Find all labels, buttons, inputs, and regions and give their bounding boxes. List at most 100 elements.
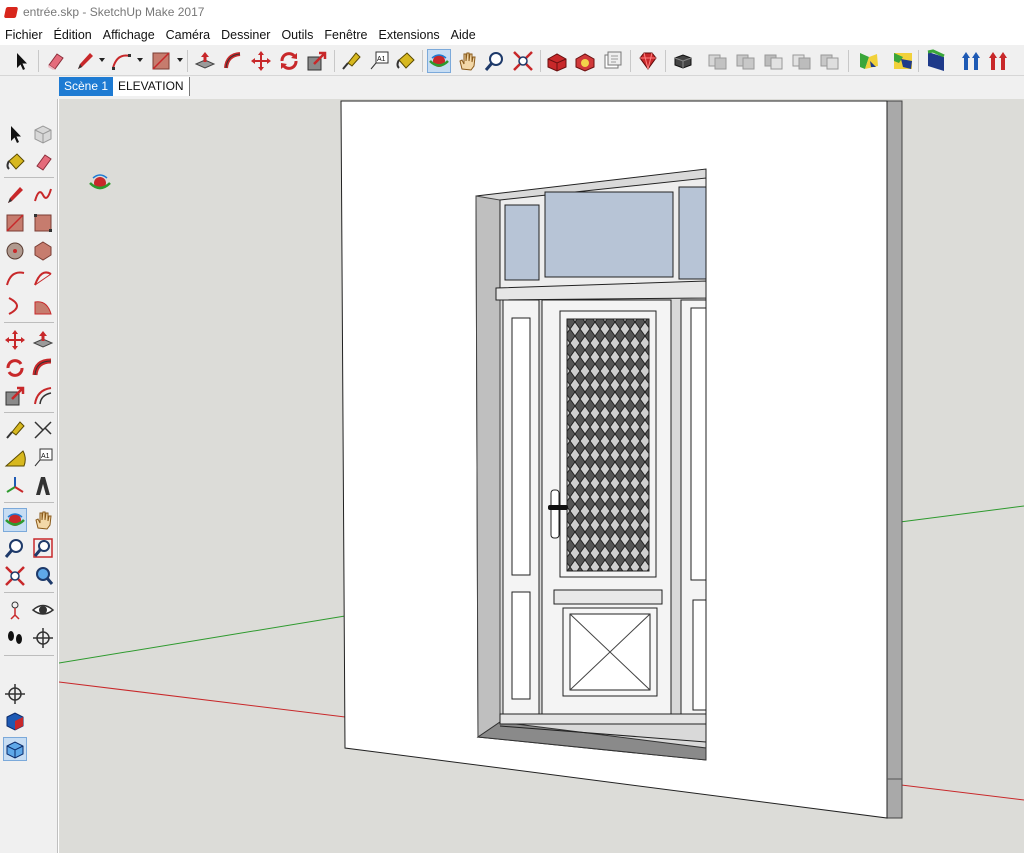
polygon-tool-button[interactable] [31,239,55,263]
sandbox-button[interactable] [857,49,881,73]
menu-fichier[interactable]: Fichier [0,28,49,42]
rectangle-tool-button[interactable] [149,49,173,73]
add-location-button[interactable] [3,682,27,706]
scale-tool-button[interactable] [305,49,329,73]
pan-tool-button[interactable] [455,49,479,73]
eraser-tool-button[interactable] [43,49,67,73]
arc-tool-button[interactable] [3,266,27,290]
follow-me-tool-button[interactable] [221,49,245,73]
subtract-icon [764,54,783,70]
make-component-button[interactable] [31,122,55,146]
pan-icon [35,511,52,530]
select-tool-button[interactable] [3,122,27,146]
dimension-tool-button[interactable] [31,418,55,442]
shape-dropdown-caret[interactable] [177,58,183,62]
push-pull-tool-button[interactable] [31,328,55,352]
intersect-button[interactable] [706,49,730,73]
split-button[interactable] [818,49,842,73]
tape-measure-tool-button[interactable] [3,418,27,442]
freehand-tool-button[interactable] [31,183,55,207]
protractor-tool-button[interactable] [3,446,27,470]
section-plane-tool-button[interactable] [31,626,55,650]
subtract-button[interactable] [762,49,786,73]
drawing-viewport[interactable] [59,99,1024,853]
outer-shell-button[interactable] [671,49,695,73]
transom-glass-center [544,191,674,278]
zoom-tool-button[interactable] [483,49,507,73]
trim-button[interactable] [790,49,814,73]
rotate-tool-button[interactable] [3,356,27,380]
menu-dessiner[interactable]: Dessiner [216,28,276,42]
arc-icon [6,271,25,286]
rotated-rectangle-tool-button[interactable] [31,211,55,235]
right-lower-panel [692,599,707,711]
move-tool-button[interactable] [3,328,27,352]
zoom-extents-tool-button[interactable] [3,564,27,588]
photo-texture-button[interactable] [3,709,27,733]
union-button[interactable] [734,49,758,73]
rotate-tool-button[interactable] [277,49,301,73]
menu-camera[interactable]: Caméra [161,28,216,42]
pencil-tool-button[interactable] [3,183,27,207]
pencil-tool-button[interactable] [73,49,97,73]
zoom-extents-tool-button[interactable] [511,49,535,73]
position-camera-tool-button[interactable] [3,598,27,622]
arc-dropdown-caret[interactable] [137,58,143,62]
two-point-arc-tool-button[interactable] [31,266,55,290]
circle-tool-button[interactable] [3,239,27,263]
pan-tool-button[interactable] [31,508,55,532]
paint-bucket-tool-button[interactable] [3,150,27,174]
extension-warehouse-button[interactable] [573,49,597,73]
layout-button[interactable] [601,49,625,73]
3d-warehouse-button[interactable] [545,49,569,73]
push-up-button[interactable] [959,49,983,73]
select-tool-button[interactable] [9,49,33,73]
pie-tool-button[interactable] [31,294,55,318]
terrain-button[interactable] [3,737,27,761]
rectangle-icon [152,52,170,70]
menu-aide[interactable]: Aide [446,28,482,42]
rectangle-tool-button[interactable] [3,211,27,235]
paint-bucket-tool-button[interactable] [393,49,417,73]
menu-extensions[interactable]: Extensions [374,28,446,42]
previous-view-tool-button[interactable] [31,564,55,588]
section-plane-button[interactable] [924,49,948,73]
arc-tool-button[interactable] [109,49,133,73]
menu-edition[interactable]: Édition [49,28,98,42]
pull-down-button[interactable] [986,49,1010,73]
move-tool-button[interactable] [249,49,273,73]
green-axis-line [899,505,1024,523]
tape-measure-tool-button[interactable] [339,49,363,73]
scale-tool-button[interactable] [3,384,27,408]
pencil-dropdown-caret[interactable] [99,58,105,62]
follow-me-tool-button[interactable] [31,356,55,380]
toolbar-separator [918,50,919,72]
walk-tool-button[interactable] [3,626,27,650]
eraser-tool-button[interactable] [31,150,55,174]
freehand-icon [34,188,52,202]
svg-text:A1: A1 [377,56,386,63]
ruby-console-button[interactable] [636,49,660,73]
text-tool-button[interactable]: A1 [31,446,55,470]
walk-icon [8,631,22,644]
three-point-arc-tool-button[interactable] [3,294,27,318]
menu-bar: Fichier Édition Affichage Caméra Dessine… [0,24,1024,45]
menu-fenetre[interactable]: Fenêtre [319,28,373,42]
menu-outils[interactable]: Outils [276,28,319,42]
zoom-tool-button[interactable] [3,536,27,560]
orbit-tool-button[interactable] [427,49,451,73]
axes-tool-button[interactable] [3,474,27,498]
text-tool-button[interactable]: A1 [367,49,391,73]
menu-affichage[interactable]: Affichage [98,28,161,42]
zoom-window-tool-button[interactable] [31,536,55,560]
offset-tool-button[interactable] [31,384,55,408]
zoom-window-icon [33,538,53,558]
orbit-tool-button[interactable] [3,508,27,532]
toolbar-separator [422,50,423,72]
3d-text-tool-button[interactable] [31,474,55,498]
look-around-tool-button[interactable] [31,598,55,622]
drape-button[interactable] [891,49,915,73]
scene-tab-elevation[interactable]: ELEVATION [113,77,190,96]
scene-tab-scene-1[interactable]: Scène 1 [59,77,114,96]
push-pull-tool-button[interactable] [193,49,217,73]
